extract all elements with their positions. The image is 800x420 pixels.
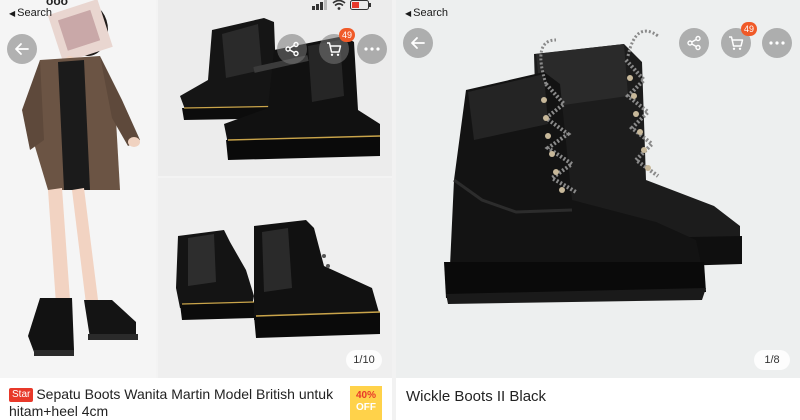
back-button[interactable]	[403, 28, 433, 58]
right-product-listing: ◀ Search 49 1/8 Wickle Boots II Black	[396, 0, 800, 420]
back-to-search-link[interactable]: ◀ Search	[405, 7, 448, 19]
share-button[interactable]	[679, 28, 709, 58]
cart-button[interactable]: 49	[721, 22, 757, 58]
back-triangle-icon: ◀	[9, 8, 16, 18]
share-icon	[687, 35, 701, 51]
signal-icon	[312, 0, 327, 10]
discount-label: OFF	[356, 402, 376, 413]
system-icons	[312, 0, 372, 10]
back-to-search-link[interactable]: ◀ Search	[9, 7, 52, 19]
left-product-image-carousel[interactable]: ooo ◀ Search 49 1/10	[0, 0, 392, 378]
status-bar: ◀ Search	[396, 0, 800, 22]
cart-count-badge: 49	[740, 22, 757, 36]
product-title: Wickle Boots II Black	[406, 388, 547, 405]
back-button[interactable]	[7, 34, 37, 64]
more-icon	[769, 41, 785, 45]
status-bar: ooo ◀ Search	[0, 0, 392, 22]
back-triangle-icon: ◀	[405, 8, 412, 18]
wifi-icon	[332, 0, 346, 10]
share-icon	[285, 41, 299, 57]
right-product-image-carousel[interactable]: ◀ Search 49 1/8	[396, 0, 800, 378]
image-counter: 1/8	[754, 350, 790, 370]
back-arrow-icon	[411, 37, 425, 49]
more-icon	[364, 47, 380, 51]
product-title-text: Sepatu Boots Wanita Martin Model British…	[9, 386, 334, 419]
back-search-label: Search	[413, 7, 449, 19]
star-seller-tag: Star	[9, 388, 34, 402]
product-title: Star Sepatu Boots Wanita Martin Model Bri…	[9, 386, 339, 420]
more-options-button[interactable]	[762, 28, 792, 58]
product-photo-boots-top	[158, 0, 392, 176]
share-button[interactable]	[277, 34, 307, 64]
cart-icon	[327, 42, 342, 56]
back-arrow-icon	[15, 43, 29, 55]
image-counter: 1/10	[346, 350, 382, 370]
more-options-button[interactable]	[357, 34, 387, 64]
left-product-listing: ooo ◀ Search 49 1/10 Star Sepatu Boots W…	[0, 0, 392, 420]
back-search-label: Search	[17, 7, 53, 19]
cart-button[interactable]: 49	[319, 28, 355, 64]
discount-percent: 40%	[355, 390, 376, 401]
product-photo-boots-bottom	[158, 178, 392, 378]
battery-icon	[350, 0, 371, 10]
cart-count-badge: 49	[338, 28, 355, 42]
product-title-row[interactable]: Wickle Boots II Black	[396, 380, 800, 420]
cart-icon	[729, 36, 744, 50]
product-title-row[interactable]: Star Sepatu Boots Wanita Martin Model Bri…	[0, 380, 392, 420]
discount-badge: 40% OFF	[350, 386, 382, 420]
